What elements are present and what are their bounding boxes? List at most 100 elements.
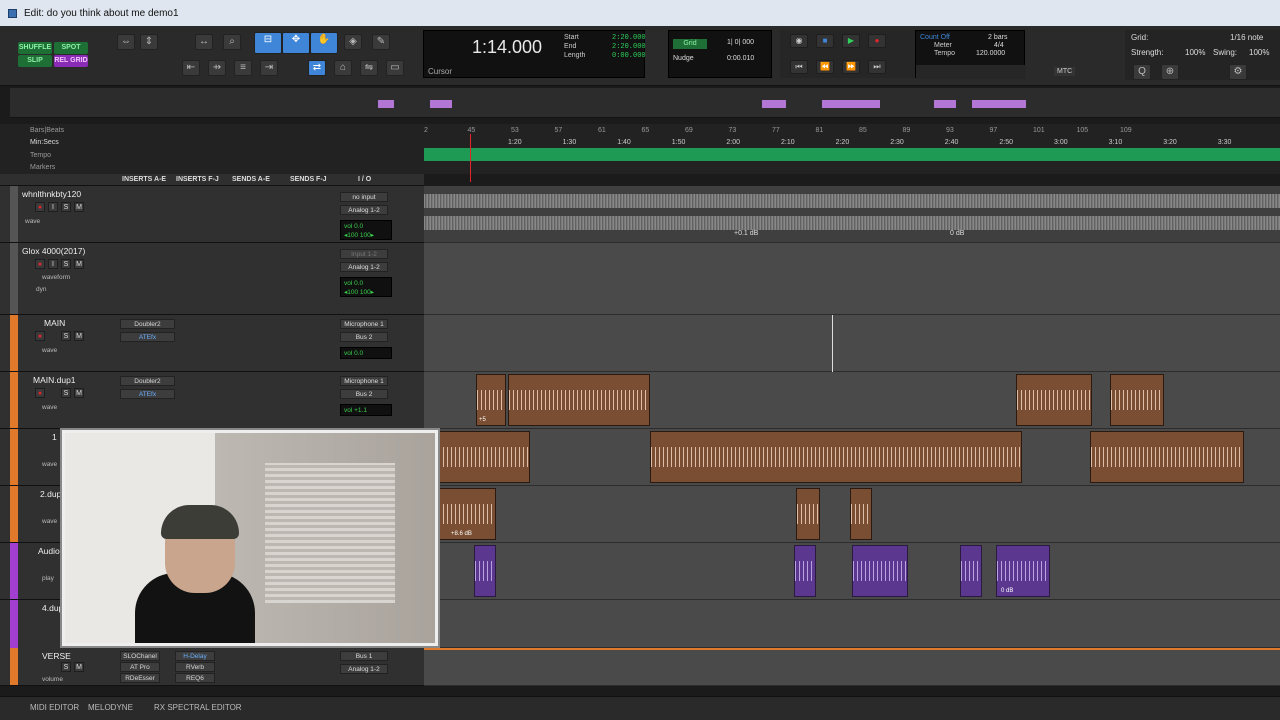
solo-button[interactable]: S: [61, 259, 71, 269]
zoom-in-icon[interactable]: ⇕: [140, 34, 158, 50]
volume-value[interactable]: vol 0.0: [344, 279, 388, 288]
link-timeline-icon[interactable]: ⇸: [208, 60, 226, 76]
mirror-midi-icon[interactable]: ⇥: [260, 60, 278, 76]
length-value[interactable]: 0:00.000: [612, 52, 646, 60]
quantize-icon[interactable]: Q: [1133, 64, 1151, 80]
insert-icon[interactable]: ⌂: [334, 60, 352, 76]
mute-button[interactable]: M: [74, 388, 84, 398]
audio-clip[interactable]: [960, 545, 982, 597]
track-lane[interactable]: [424, 315, 1280, 372]
volume-value[interactable]: vol 0.0: [344, 349, 388, 358]
grabber-tool-icon[interactable]: ✋: [310, 32, 338, 54]
output-selector[interactable]: Bus 2: [340, 389, 388, 399]
output-selector[interactable]: Analog 1-2: [340, 664, 388, 674]
input-selector[interactable]: Microphone 1: [340, 376, 388, 386]
melodyne-tab[interactable]: MELODYNE: [88, 703, 133, 712]
track-name[interactable]: whnlthnkbty120: [22, 189, 81, 199]
grid-value[interactable]: 1| 0| 000: [727, 39, 754, 46]
track-name[interactable]: VERSE: [42, 651, 71, 661]
audio-clip[interactable]: [1090, 431, 1244, 483]
output-selector[interactable]: Bus 2: [340, 332, 388, 342]
volume-display[interactable]: vol +1.1: [340, 404, 392, 416]
mute-button[interactable]: M: [74, 662, 84, 672]
settings-icon[interactable]: ⚙: [1229, 64, 1247, 80]
track-header[interactable]: MAIN ● S M wave Doubler2 ATEfx Microphon…: [0, 315, 424, 372]
input-selector[interactable]: no input: [340, 192, 388, 202]
spot-mode-button[interactable]: SPOT: [54, 42, 88, 54]
solo-button[interactable]: S: [61, 662, 71, 672]
track-name[interactable]: Audio: [38, 546, 60, 556]
link-track-icon[interactable]: ≡: [234, 60, 252, 76]
meter-value[interactable]: 4/4: [994, 42, 1004, 49]
track-view-mode[interactable]: wave: [25, 218, 40, 225]
forward-end-icon[interactable]: ⏭: [868, 60, 886, 74]
stop-icon[interactable]: ■: [816, 34, 834, 48]
audio-clip[interactable]: [1110, 374, 1164, 426]
midi-editor-tab[interactable]: MIDI EDITOR: [30, 703, 79, 712]
insert-slot[interactable]: AT Pro: [120, 662, 160, 672]
audio-clip[interactable]: [852, 545, 908, 597]
track-name[interactable]: MAIN: [44, 318, 65, 328]
input-monitor-icon[interactable]: I: [48, 202, 58, 212]
swing-value[interactable]: 100%: [1249, 48, 1269, 57]
track-name[interactable]: 1: [52, 432, 57, 442]
track-name[interactable]: Glox 4000(2017): [22, 246, 85, 256]
zoom-out-icon[interactable]: ⇔: [117, 34, 135, 50]
mtc-button[interactable]: MTC: [1054, 67, 1076, 76]
track-name[interactable]: 4.dup: [42, 603, 63, 613]
insert-slot[interactable]: Doubler2: [120, 319, 175, 329]
tab-to-transients-icon[interactable]: ⇤: [182, 60, 200, 76]
insert-slot[interactable]: ATEfx: [120, 332, 175, 342]
count-off-label[interactable]: Count Off: [920, 34, 950, 41]
audio-clip[interactable]: [1016, 374, 1092, 426]
volume-value[interactable]: vol 0.0: [344, 222, 388, 231]
count-off-bars[interactable]: 2 bars: [988, 34, 1007, 41]
audio-clip[interactable]: 0 dB: [996, 545, 1050, 597]
rewind-start-icon[interactable]: ⏮: [790, 60, 808, 74]
track-lane[interactable]: [424, 243, 1280, 315]
track-lane[interactable]: 0 dB: [424, 543, 1280, 600]
timeline-selection[interactable]: [424, 148, 1280, 161]
record-arm-icon[interactable]: ●: [35, 259, 45, 269]
insert-slot[interactable]: RDeEsser: [120, 673, 160, 683]
track-view-mode[interactable]: wave: [42, 404, 57, 411]
audio-clip[interactable]: [508, 374, 650, 426]
track-view-mode[interactable]: wave: [42, 461, 57, 468]
strength-value[interactable]: 100%: [1185, 48, 1205, 57]
zoom-icon[interactable]: ⊕: [1161, 64, 1179, 80]
track-view-mode[interactable]: play: [42, 575, 54, 582]
output-selector[interactable]: Analog 1-2: [340, 205, 388, 215]
track-lane[interactable]: +5: [424, 372, 1280, 429]
solo-button[interactable]: S: [61, 202, 71, 212]
grid-button[interactable]: Grid: [673, 39, 707, 49]
insert-slot[interactable]: ATEfx: [120, 389, 175, 399]
track-name[interactable]: 2.dup: [40, 489, 61, 499]
track-lane[interactable]: [424, 648, 1280, 686]
record-arm-icon[interactable]: ●: [35, 331, 45, 341]
insert-slot[interactable]: RVerb: [175, 662, 215, 672]
track-name[interactable]: MAIN.dup1: [33, 375, 76, 385]
track-lane[interactable]: +8.6 dB: [424, 486, 1280, 543]
mute-button[interactable]: M: [74, 331, 84, 341]
audio-clip[interactable]: [796, 488, 820, 540]
track-view-mode[interactable]: waveform: [42, 274, 70, 281]
input-monitor-icon[interactable]: I: [48, 259, 58, 269]
rx-spectral-editor-tab[interactable]: RX SPECTRAL EDITOR: [154, 703, 242, 712]
track-view-mode[interactable]: wave: [42, 518, 57, 525]
track-view-mode[interactable]: wave: [42, 347, 57, 354]
solo-button[interactable]: S: [61, 388, 71, 398]
record-arm-icon[interactable]: ●: [35, 202, 45, 212]
pan-value[interactable]: ◂100 100▸: [344, 288, 388, 297]
mute-button[interactable]: M: [74, 259, 84, 269]
slip-mode-button[interactable]: SLIP: [18, 55, 52, 67]
window-icon[interactable]: ▭: [386, 60, 404, 76]
track-header[interactable]: MAIN.dup1 ● S M wave Doubler2 ATEfx Micr…: [0, 372, 424, 429]
trim-tool-icon[interactable]: ⊟: [254, 32, 282, 54]
nudge-value[interactable]: 0:00.010: [727, 55, 754, 62]
output-selector[interactable]: Analog 1-2: [340, 262, 388, 272]
record-arm-icon[interactable]: ●: [35, 388, 45, 398]
grid-right-value[interactable]: 1/16 note: [1230, 33, 1263, 42]
insert-slot[interactable]: Doubler2: [120, 376, 175, 386]
play-icon[interactable]: ▶: [842, 34, 860, 48]
input-selector[interactable]: Microphone 1: [340, 319, 388, 329]
